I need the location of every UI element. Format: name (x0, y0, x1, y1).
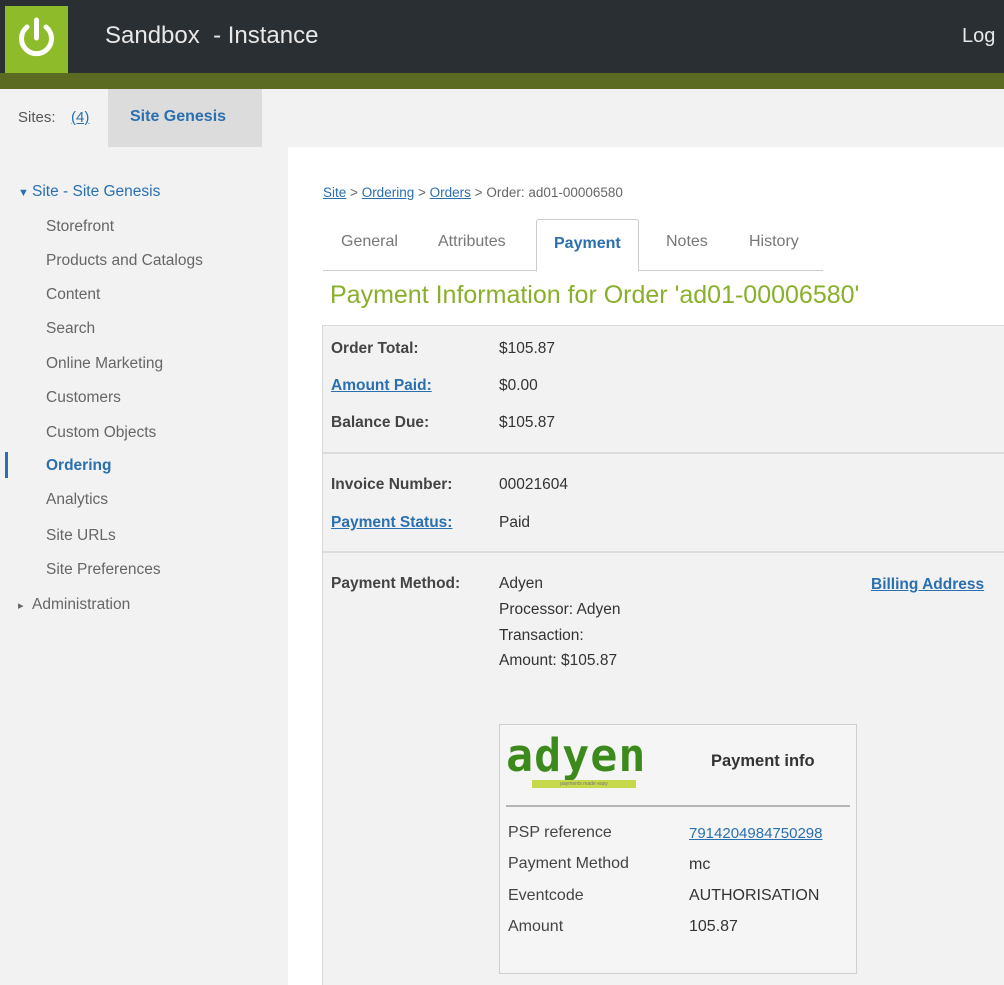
power-icon (19, 17, 54, 57)
eventcode-label: Eventcode (508, 887, 584, 904)
adyen-amount-label: Amount (508, 918, 564, 935)
adyen-amount-value: 105.87 (689, 918, 738, 935)
adyen-logo-text: adyen (506, 729, 647, 782)
payment-amount: Amount: $105.87 (499, 652, 618, 669)
sidebar-item-storefront[interactable]: Storefront (46, 218, 114, 236)
adyen-heading: Payment info (711, 752, 815, 770)
invoice-number-value: 00021604 (499, 476, 568, 493)
sidebar-site-section-label: Site - Site Genesis (32, 183, 161, 200)
amount-paid-value: $0.00 (499, 377, 538, 394)
sidebar-item-analytics[interactable]: Analytics (46, 491, 108, 509)
sidebar-item-online-marketing[interactable]: Online Marketing (46, 355, 163, 373)
top-bar: Sandbox - Instance Log (0, 0, 1004, 73)
sidebar-item-site-preferences[interactable]: Site Preferences (46, 561, 161, 579)
sidebar-item-ordering[interactable]: Ordering (46, 457, 111, 475)
adyen-payment-info-box: adyen payments made easy Payment info PS… (499, 724, 857, 974)
adyen-payment-method-value: mc (689, 856, 711, 873)
breadcrumb-ordering[interactable]: Ordering (362, 185, 415, 200)
chevron-right-icon: ▸ (18, 600, 24, 612)
tab-attributes[interactable]: Attributes (438, 233, 506, 251)
sidebar-item-custom-objects[interactable]: Custom Objects (46, 424, 156, 442)
page-title: Payment Information for Order 'ad01-0000… (330, 281, 860, 309)
breadcrumb-site[interactable]: Site (323, 185, 346, 200)
sites-bar: Sites: (4) Site Genesis (0, 89, 1004, 147)
sidebar-item-products-and-catalogs[interactable]: Products and Catalogs (46, 252, 203, 270)
power-button[interactable] (5, 6, 68, 73)
order-total-value: $105.87 (499, 340, 556, 357)
sidebar-site-section[interactable]: ▼ Site - Site Genesis (18, 183, 160, 201)
payment-processor: Processor: Adyen (499, 601, 621, 618)
chevron-down-icon: ▼ (18, 187, 29, 199)
tab-notes[interactable]: Notes (666, 233, 708, 251)
breadcrumb-separator: > (474, 185, 483, 200)
adyen-logo: adyen payments made easy (506, 729, 666, 788)
app-title: Sandbox - Instance (105, 22, 319, 49)
adyen-logo-tagline: payments made easy (532, 780, 636, 788)
sidebar-item-search[interactable]: Search (46, 320, 95, 338)
current-site-tab[interactable]: Site Genesis (108, 89, 262, 147)
sites-label: Sites: (18, 109, 56, 126)
tab-payment[interactable]: Payment (536, 219, 639, 272)
sidebar-item-customers[interactable]: Customers (46, 389, 121, 407)
payment-transaction: Transaction: (499, 627, 584, 644)
payment-status-link[interactable]: Payment Status: (331, 514, 452, 532)
current-site-label: Site Genesis (130, 108, 227, 125)
sidebar-item-site-urls[interactable]: Site URLs (46, 527, 116, 545)
sidebar-administration[interactable]: ▸ Administration (18, 596, 130, 614)
divider (323, 452, 1004, 454)
login-link[interactable]: Log (962, 25, 995, 48)
adyen-divider (506, 805, 850, 807)
sidebar-administration-label: Administration (32, 596, 131, 613)
breadcrumb-current: Order: ad01-00006580 (486, 185, 623, 200)
payment-panel: Order Total: $105.87 Amount Paid: $0.00 … (322, 325, 1004, 985)
eventcode-value: AUTHORISATION (689, 887, 820, 904)
amount-paid-link[interactable]: Amount Paid: (331, 377, 432, 395)
main-content: Site > Ordering > Orders > Order: ad01-0… (288, 147, 1004, 985)
tab-history[interactable]: History (749, 233, 799, 251)
sites-count-link[interactable]: (4) (71, 109, 89, 126)
payment-method-label: Payment Method: (331, 575, 461, 592)
sidebar-item-content[interactable]: Content (46, 286, 100, 304)
payment-status-value: Paid (499, 514, 531, 531)
adyen-payment-method-label: Payment Method (508, 855, 629, 872)
order-total-label: Order Total: (331, 340, 419, 357)
breadcrumb-separator: > (417, 185, 426, 200)
balance-due-label: Balance Due: (331, 414, 430, 431)
order-tabs: General Attributes Payment Notes History (323, 219, 823, 272)
tab-general[interactable]: General (341, 233, 398, 251)
sidebar: ▼ Site - Site Genesis Storefront Products… (0, 147, 288, 985)
psp-reference-link[interactable]: 7914204984750298 (689, 825, 822, 842)
divider (323, 551, 1004, 553)
balance-due-value: $105.87 (499, 414, 556, 431)
payment-method-value: Adyen (499, 575, 543, 592)
psp-reference-label: PSP reference (508, 824, 612, 841)
breadcrumb: Site > Ordering > Orders > Order: ad01-0… (323, 185, 623, 200)
header-accent-stripe (0, 73, 1004, 89)
active-indicator (5, 452, 8, 478)
breadcrumb-separator: > (350, 185, 358, 200)
billing-address-link[interactable]: Billing Address (871, 576, 984, 594)
breadcrumb-orders[interactable]: Orders (430, 185, 471, 200)
invoice-number-label: Invoice Number: (331, 476, 453, 493)
